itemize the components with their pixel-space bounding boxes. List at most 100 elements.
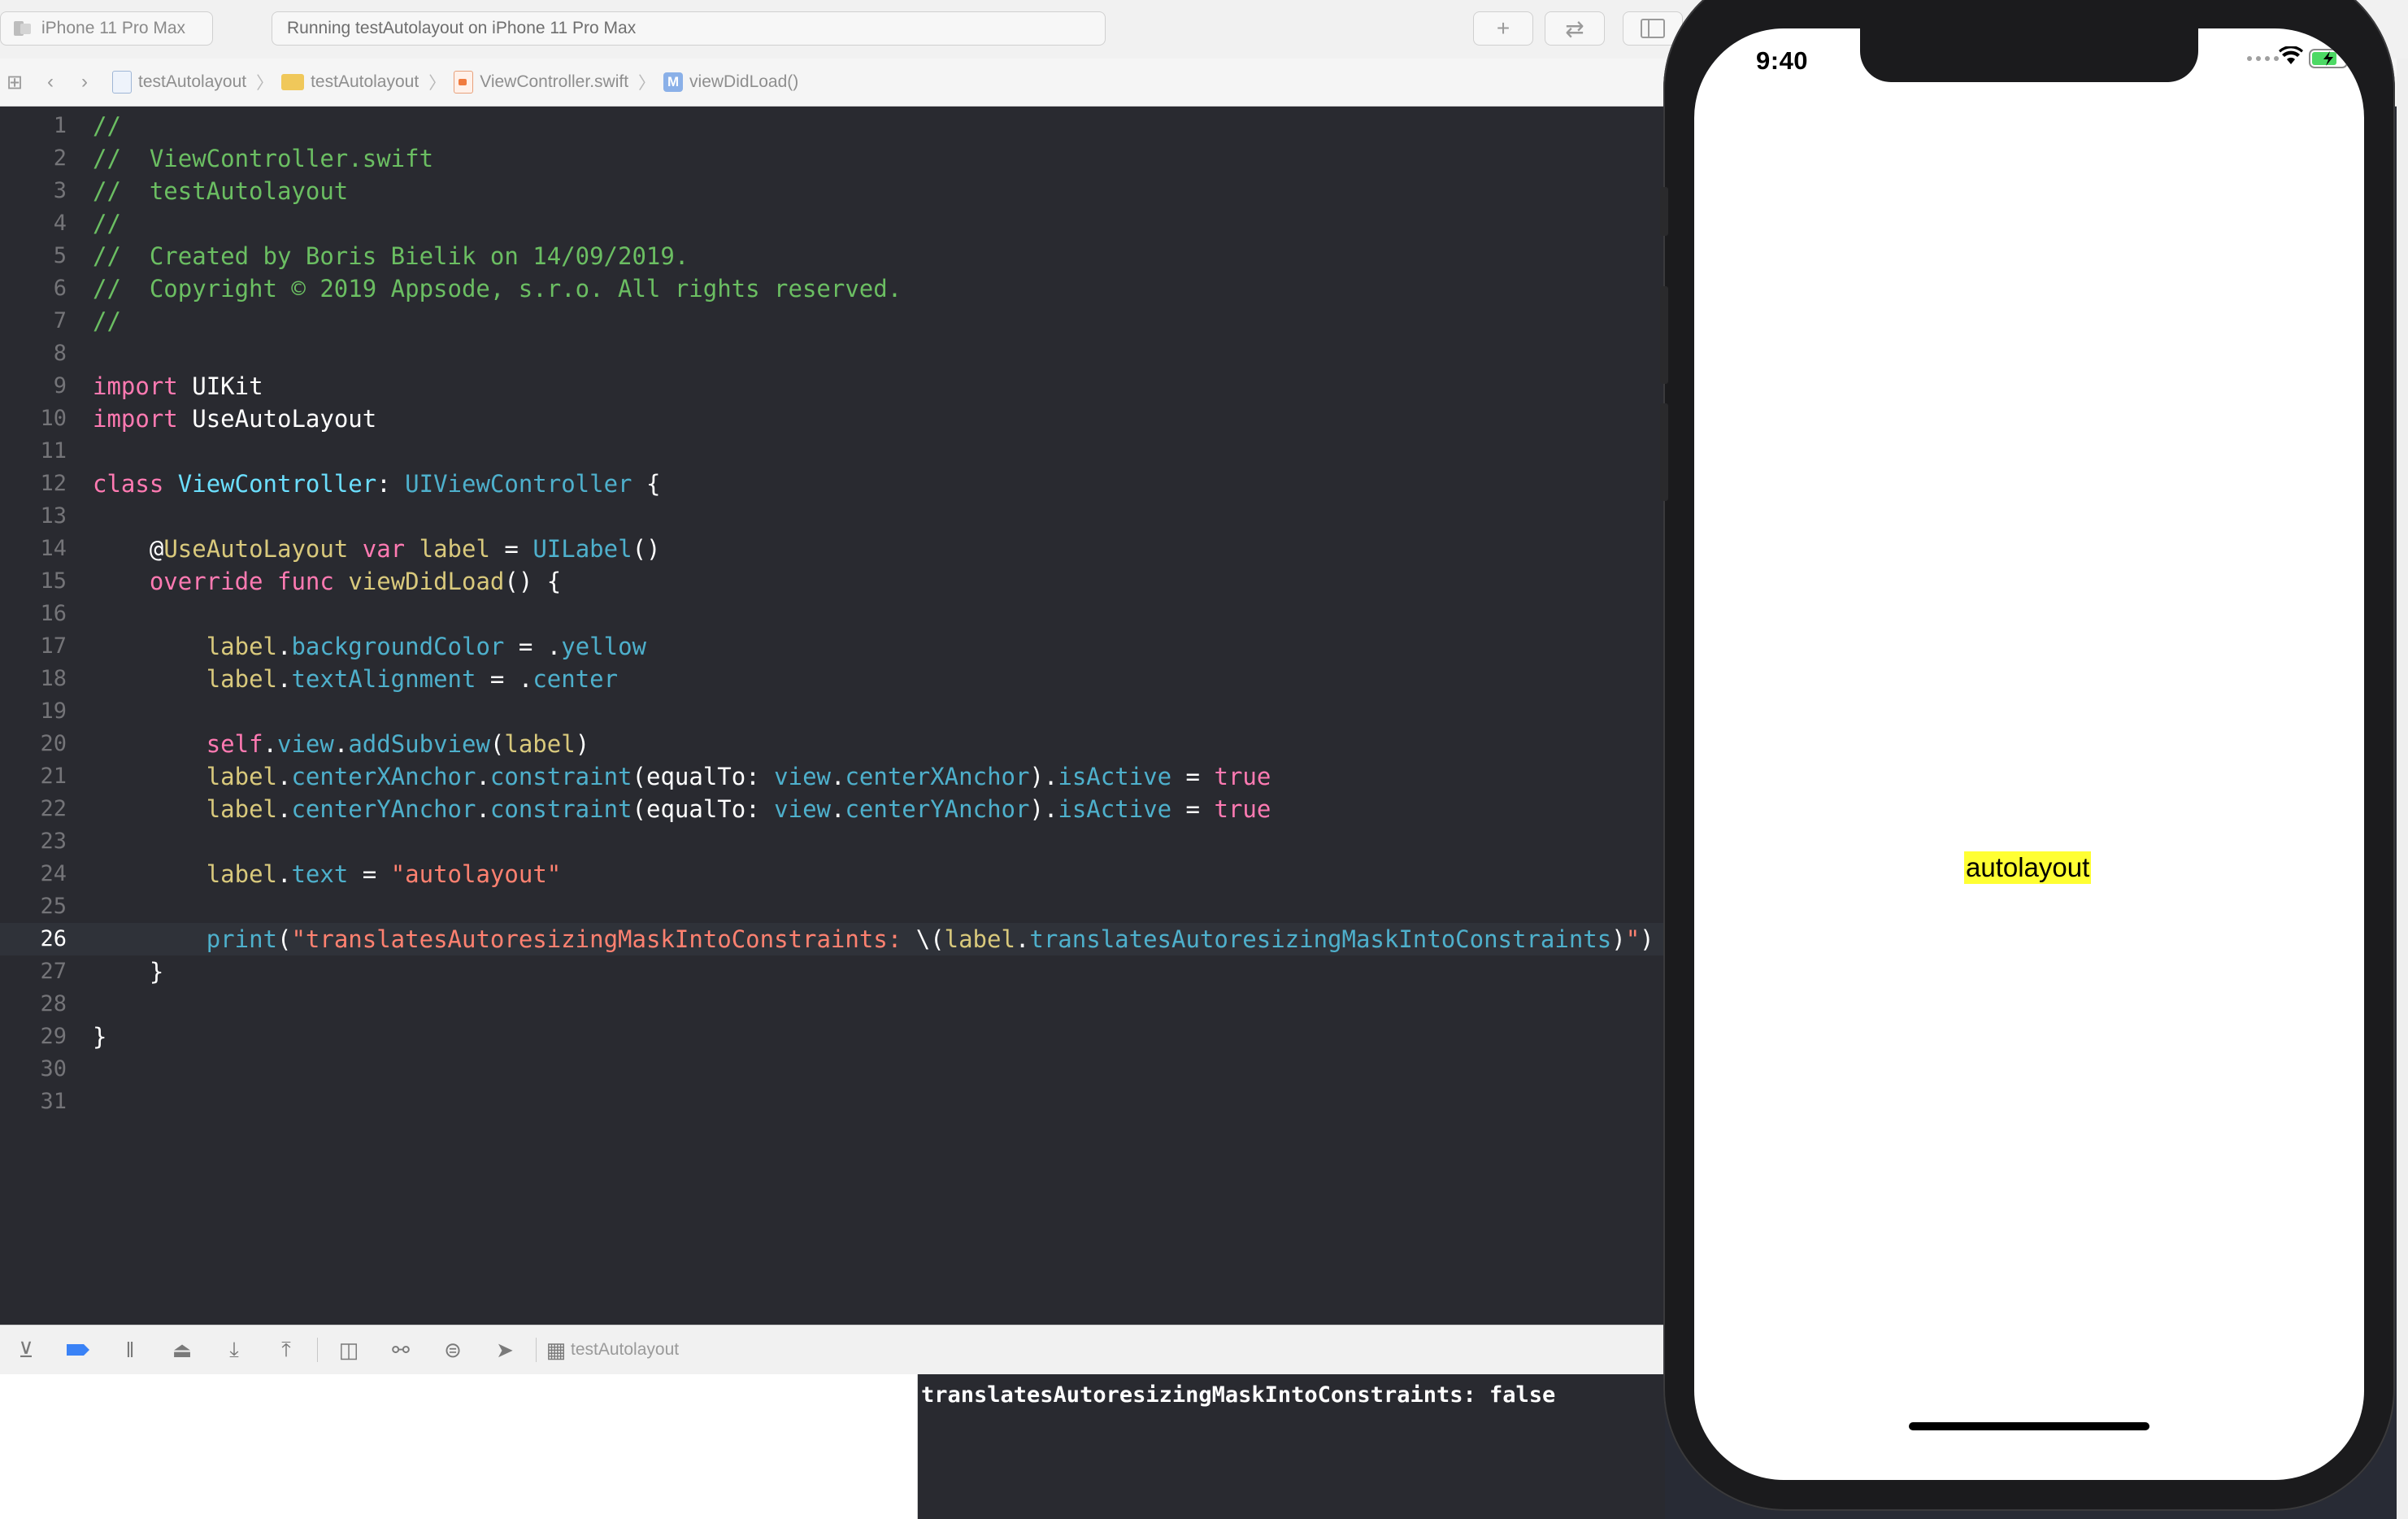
code-line: 13 (0, 500, 1665, 533)
keyword: class (93, 470, 164, 498)
type-name: ViewController (177, 470, 377, 498)
operator: = (1185, 795, 1201, 823)
line-number: 20 (40, 731, 67, 756)
forward-arrow-icon[interactable]: › (73, 71, 96, 94)
code-line: 22 label.centerYAnchor.constraint(equalT… (0, 793, 1665, 825)
crumb-separator: 〉 (638, 74, 656, 93)
code-line: 11 (0, 435, 1665, 468)
step-over-icon[interactable]: ⏏ (156, 1338, 208, 1363)
keyword: import (93, 372, 178, 400)
divider (317, 1338, 318, 1362)
line-number: 9 (53, 373, 67, 398)
identifier: label (206, 763, 277, 790)
crumb-method[interactable]: M viewDidLoad() (663, 72, 798, 92)
string-literal: "autolayout" (390, 860, 562, 888)
environment-overrides-icon[interactable]: ⊜ (427, 1338, 479, 1363)
punctuation: . (1043, 763, 1058, 790)
variables-view[interactable] (0, 1374, 918, 1519)
code-line: 24 label.text = "autolayout" (0, 858, 1665, 890)
property: textAlignment (291, 665, 476, 693)
code-review-button[interactable]: ⇄ (1545, 11, 1605, 46)
property: isActive (1058, 795, 1172, 823)
step-out-icon[interactable]: ⤒ (260, 1337, 312, 1363)
operator: = (518, 633, 533, 660)
property: yellow (561, 633, 647, 660)
code-line: 31 (0, 1086, 1665, 1118)
line-number: 13 (40, 503, 67, 529)
module-name: UIKit (192, 372, 263, 400)
crumb-group[interactable]: testAutolayout 〉 (281, 70, 446, 94)
keyword: true (1214, 763, 1271, 790)
simulate-location-icon[interactable]: ➤ (479, 1338, 531, 1363)
punctuation: } (93, 1023, 107, 1051)
status-text: Running testAutolayout on iPhone 11 Pro … (287, 19, 637, 37)
crumb-file[interactable]: ViewController.swift 〉 (454, 70, 655, 94)
hide-debug-area-icon[interactable]: ⊻ (0, 1338, 52, 1363)
punctuation: . (277, 860, 292, 888)
type-name: UIViewController (405, 470, 632, 498)
string-literal: "translatesAutoresizingMaskIntoConstrain… (291, 925, 916, 953)
crumb-separator: 〉 (428, 74, 446, 93)
code-line: 15 override func viewDidLoad() { (0, 565, 1665, 598)
back-arrow-icon[interactable]: ‹ (39, 71, 62, 94)
argument-label: equalTo: (646, 795, 760, 823)
comment: // (93, 210, 121, 237)
operator: = (1185, 763, 1201, 790)
scheme-device-selector[interactable]: iPhone 11 Pro Max (0, 11, 213, 46)
pause-icon[interactable]: ‖ (104, 1338, 156, 1363)
related-items-icon[interactable]: ⊞ (3, 71, 26, 94)
console-output[interactable]: translatesAutoresizingMaskIntoConstraint… (918, 1374, 1665, 1519)
punctuation: . (831, 795, 845, 823)
punctuation: ) (1640, 925, 1654, 953)
identifier: label (419, 535, 490, 563)
code-line: 1 // (0, 110, 1665, 142)
property: view (774, 795, 831, 823)
line-number: 22 (40, 796, 67, 821)
line-number: 17 (40, 633, 67, 659)
library-button[interactable]: + (1473, 11, 1533, 46)
punctuation: @ (149, 535, 164, 563)
string-literal: " (1625, 925, 1641, 953)
punctuation: ( (277, 925, 292, 953)
punctuation: { (645, 470, 661, 498)
source-editor[interactable]: 1 // 2 // ViewController.swift 3 // testAut… (0, 107, 1665, 1325)
volume-down-button (1660, 403, 1668, 501)
crumb-project[interactable]: testAutolayout 〉 (112, 70, 273, 94)
method: addSubview (348, 730, 490, 758)
operator: = (362, 860, 377, 888)
punctuation: . (333, 730, 349, 758)
view-debugger-icon[interactable]: ◫ (323, 1338, 375, 1363)
punctuation: ) (1611, 925, 1626, 953)
breakpoints-toggle-icon[interactable] (52, 1343, 104, 1357)
line-number: 28 (40, 991, 67, 1016)
code-line: 29} (0, 1021, 1665, 1053)
project-file-icon (112, 71, 132, 94)
crumb-group-label: testAutolayout (311, 72, 419, 91)
property: centerYAnchor (291, 795, 476, 823)
swap-arrows-icon: ⇄ (1565, 15, 1584, 41)
identifier: label (206, 633, 277, 660)
memory-graph-icon[interactable]: ⚯ (375, 1338, 427, 1363)
code-line: 20 self.view.addSubview(label) (0, 728, 1665, 760)
keyword: override (149, 568, 263, 595)
punctuation: () (632, 535, 661, 563)
comment: // (93, 112, 121, 140)
code-line: 9 import UIKit (0, 370, 1665, 403)
punctuation: ) (1029, 763, 1044, 790)
line-number: 31 (40, 1089, 67, 1114)
identifier: label (206, 795, 277, 823)
step-into-icon[interactable]: ⤓ (208, 1337, 260, 1363)
comment: // (93, 307, 121, 335)
punctuation: ) (1029, 795, 1044, 823)
home-indicator[interactable] (1909, 1422, 2149, 1430)
punctuation: ) (575, 730, 590, 758)
attribute: UseAutoLayout (163, 535, 349, 563)
simulator-screen[interactable]: 9:40 autolayout (1694, 28, 2364, 1480)
status-bar-time: 9:40 (1756, 46, 1809, 75)
keyword: import (93, 405, 178, 433)
code-line: 4 // (0, 207, 1665, 240)
punctuation: . (1043, 795, 1058, 823)
code-line-current: 26 print("translatesAutoresizingMaskInto… (0, 923, 1665, 955)
keyword: var (362, 535, 406, 563)
property: centerYAnchor (845, 795, 1030, 823)
